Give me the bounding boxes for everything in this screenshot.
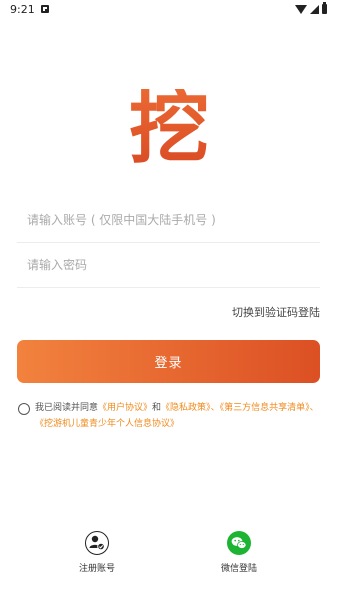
agreement-and: 和 [152,403,162,413]
agreement-checkbox[interactable] [18,403,30,415]
wechat-icon [227,531,251,555]
password-input[interactable] [27,255,307,275]
notification-icon [41,5,49,13]
switch-to-code-login-link[interactable]: 切换到验证码登陆 [232,304,320,320]
signal-icon [310,4,319,14]
register-account-label: 注册账号 [78,564,115,574]
wifi-icon [295,4,307,14]
wechat-login-button[interactable]: 微信登陆 [209,531,269,574]
agreement-text: 我已阅读并同意《用户协议》和《隐私政策》、《第三方信息共享清单》、《挖游机儿童青… [35,400,325,432]
login-button[interactable]: 登录 [17,340,320,383]
account-field-row [17,198,320,243]
status-bar: 9:21 [0,0,337,20]
system-icons [295,2,327,14]
wechat-login-label: 微信登陆 [220,564,257,574]
register-account-button[interactable]: 注册账号 [67,531,127,574]
third-party-sharing-link[interactable]: 《第三方信息共享清单》 [220,403,310,413]
agreement-separator-2: 、 [309,403,319,413]
agreement-separator-1: 、 [210,403,220,413]
user-agreement-link[interactable]: 《用户协议》 [98,403,152,413]
password-field-row [17,243,320,288]
battery-icon [322,2,327,14]
child-privacy-link[interactable]: 《挖游机儿童青少年个人信息协议》 [35,419,179,429]
user-add-icon [85,531,109,555]
status-time: 9:21 [10,3,35,16]
logo-glyph: 挖 [129,89,209,164]
account-input[interactable] [27,210,307,230]
agreement-prefix: 我已阅读并同意 [35,403,99,413]
app-logo: 挖 [129,89,209,164]
privacy-policy-link[interactable]: 《隐私政策》 [161,403,211,413]
